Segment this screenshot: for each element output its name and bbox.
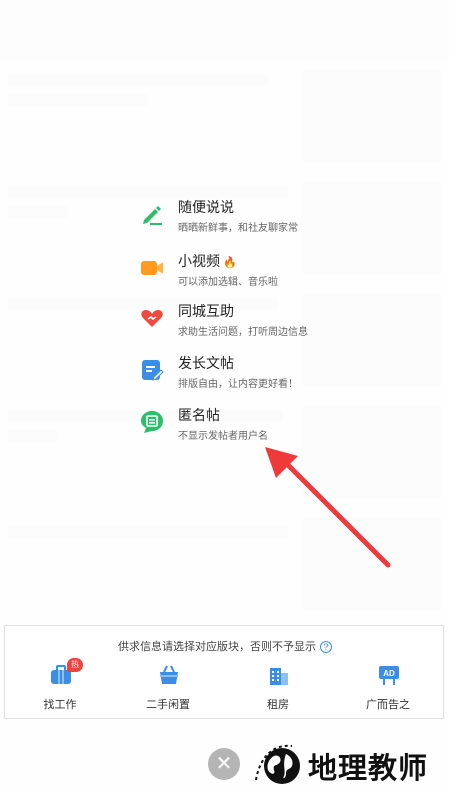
watermark-text: 地理教师 [308,751,429,785]
menu-item-long-post[interactable]: 发长文帖 排版自由，让内容更好看！ [140,350,350,398]
menu-item-casual-talk[interactable]: 随便说说 晒晒新鲜事，和社友聊家常 [140,194,350,242]
anonymous-icon [141,411,163,433]
heart-icon [141,310,163,327]
classified-notice: 供求信息请选择对应版块，否则不予显示? [5,638,445,654]
category-advertising[interactable]: AD 广而告之 [343,664,433,714]
basket-icon [160,665,178,684]
video-camera-icon [141,261,163,275]
notice-text: 供求信息请选择对应版块，否则不予显示 [118,641,316,653]
close-button[interactable]: ✕ [208,748,240,780]
menu-item-title: 发长文帖 [178,355,234,371]
help-icon[interactable]: ? [320,641,332,654]
menu-item-subtitle: 排版自由，让内容更好看！ [178,379,298,390]
menu-item-subtitle: 晒晒新鲜事，和社友聊家常 [178,223,298,234]
category-second-hand[interactable]: 二手闲置 [123,664,213,714]
category-label: 二手闲置 [146,699,190,711]
category-find-job[interactable]: 热 找工作 [15,658,105,714]
watermark-globe-logo [255,744,300,784]
menu-item-short-video[interactable]: 小视频 🔥 可以添加选辑、音乐啦 [140,248,350,296]
svg-text:AD: AD [383,669,395,678]
pencil-icon [143,206,162,225]
menu-item-subtitle: 求助生活问题，打听周边信息 [178,327,308,338]
menu-item-title: 小视频 🔥 [178,251,237,271]
category-rent-house[interactable]: 租房 [233,664,323,714]
ad-board-icon: AD [379,666,399,685]
edit-document-icon [142,360,164,381]
hot-badge: 热 [67,658,83,672]
menu-item-title: 同城互助 [178,303,234,319]
menu-item-local-help[interactable]: 同城互助 求助生活问题，打听周边信息 [140,298,350,346]
building-icon [270,668,288,685]
menu-item-title: 随便说说 [178,199,234,215]
menu-item-subtitle: 可以添加选辑、音乐啦 [178,277,278,288]
category-label: 租房 [267,699,289,711]
menu-item-anonymous-post[interactable]: 匿名帖 不显示发帖者用户名 [140,402,350,450]
menu-item-title: 匿名帖 [178,407,220,423]
classified-categories-panel: 供求信息请选择对应版块，否则不予显示? 热 找工作 二手闲置 租房 AD 广而告… [4,625,444,719]
menu-item-title-text: 小视频 [178,253,220,269]
category-label: 找工作 [43,699,77,711]
menu-item-subtitle: 不显示发帖者用户名 [178,431,268,442]
category-label: 广而告之 [366,699,410,711]
fire-icon: 🔥 [223,257,237,269]
